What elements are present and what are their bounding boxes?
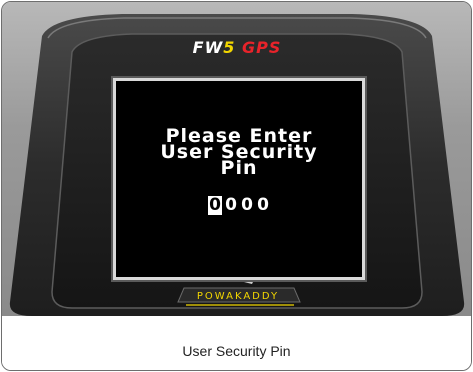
maker-logo: POWAKADDY xyxy=(196,291,280,302)
brand-model: 5 xyxy=(223,38,236,57)
model-logo: FW5 GPS xyxy=(157,38,317,57)
pin-digit-2[interactable]: 0 xyxy=(224,196,238,215)
device-illustration: FW5 GPS Please Enter User Security Pin 0… xyxy=(2,2,471,316)
pin-entry[interactable]: 0000 xyxy=(116,195,362,215)
caption-bar: User Security Pin xyxy=(2,316,471,370)
prompt-line-3: Pin xyxy=(220,157,258,179)
figure-caption: User Security Pin xyxy=(182,343,291,359)
figure-frame: FW5 GPS Please Enter User Security Pin 0… xyxy=(1,1,472,371)
brand-gps: GPS xyxy=(241,38,282,57)
brand-fw: FW xyxy=(192,38,224,57)
pin-digit-1[interactable]: 0 xyxy=(208,196,222,215)
device-screen: Please Enter User Security Pin 0000 xyxy=(113,78,365,280)
pin-digit-4[interactable]: 0 xyxy=(256,196,270,215)
pin-digit-3[interactable]: 0 xyxy=(240,196,254,215)
